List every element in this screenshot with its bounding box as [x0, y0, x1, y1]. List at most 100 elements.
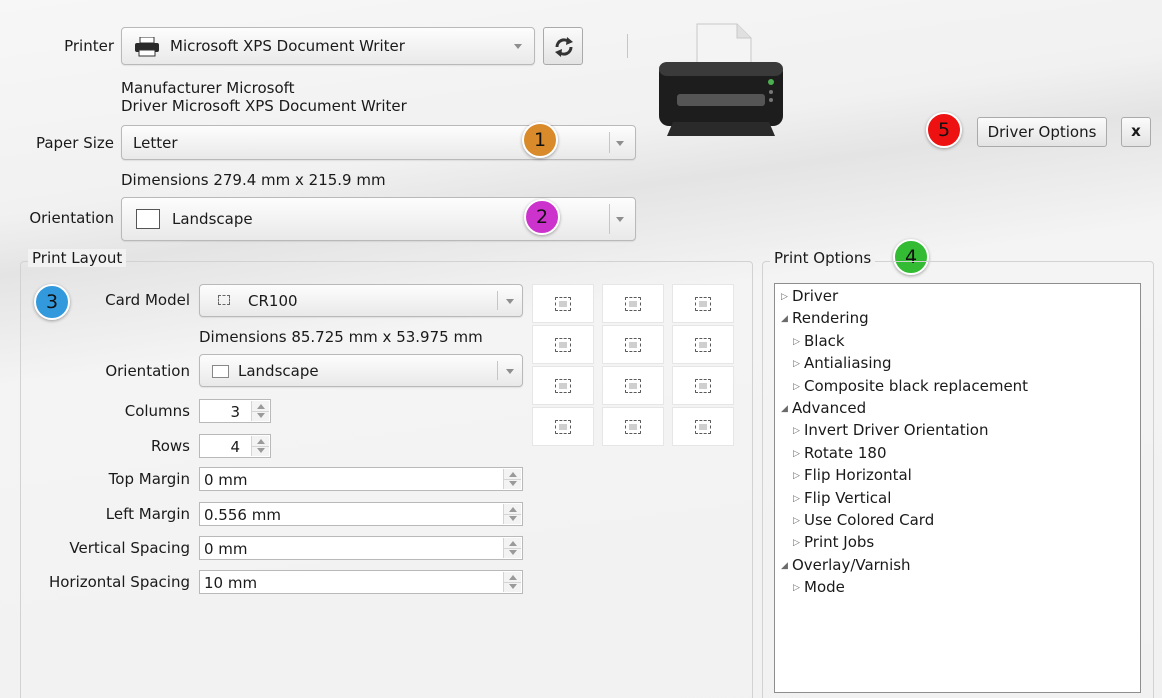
decrement-icon[interactable] — [508, 584, 517, 589]
decrement-icon[interactable] — [256, 413, 265, 418]
chevron-down-icon — [506, 368, 514, 374]
collapsed-triangle-icon[interactable]: ▷ — [793, 359, 804, 369]
card-icon — [555, 378, 571, 393]
increment-icon[interactable] — [508, 472, 517, 477]
collapsed-triangle-icon[interactable]: ▷ — [793, 494, 804, 504]
increment-icon[interactable] — [508, 575, 517, 580]
printer-illustration — [655, 22, 787, 144]
collapsed-triangle-icon[interactable]: ▷ — [793, 516, 804, 526]
tree-item[interactable]: ▷ Antialiasing — [793, 354, 892, 372]
card-icon — [555, 337, 571, 352]
left-margin-value: 0.556 mm — [204, 506, 281, 524]
card-orientation-value: Landscape — [238, 361, 319, 380]
driver-options-button[interactable]: Driver Options — [977, 117, 1107, 147]
card-preview-tile — [532, 407, 594, 446]
increment-icon[interactable] — [256, 404, 265, 409]
horizontal-spacing-field[interactable]: 10 mm — [199, 570, 523, 594]
tree-item-label: Print Jobs — [804, 533, 875, 552]
card-preview-tile — [602, 325, 664, 364]
tree-item-label: Flip Horizontal — [804, 466, 912, 485]
rows-stepper[interactable]: 4 — [199, 434, 271, 458]
tree-item[interactable]: ▷ Flip Horizontal — [793, 466, 912, 484]
tree-item[interactable]: ▷ Composite black replacement — [793, 377, 1028, 395]
tree-item[interactable]: ▷ Driver — [781, 287, 838, 305]
print-options-tree[interactable]: ▷ Driver ◢ Rendering ▷ Black ▷ Antialiasing ▷ Com… — [774, 283, 1141, 693]
close-button[interactable]: x — [1121, 117, 1151, 147]
tree-item[interactable]: ▷ Use Colored Card — [793, 511, 934, 529]
increment-icon[interactable] — [508, 541, 517, 546]
collapsed-triangle-icon[interactable]: ▷ — [793, 382, 804, 392]
tree-item-label: Driver — [792, 287, 839, 305]
collapsed-triangle-icon[interactable]: ▷ — [793, 337, 804, 347]
close-icon: x — [1131, 122, 1141, 140]
vertical-spacing-value: 0 mm — [204, 540, 248, 558]
refresh-button[interactable] — [543, 27, 583, 65]
paper-size-select[interactable]: Letter — [121, 125, 636, 160]
card-layout-preview — [532, 284, 740, 448]
collapsed-triangle-icon[interactable]: ▷ — [793, 449, 804, 459]
increment-icon[interactable] — [256, 439, 265, 444]
card-icon — [695, 419, 711, 434]
vertical-spacing-field[interactable]: 0 mm — [199, 536, 523, 560]
tree-item-label: Flip Vertical — [804, 488, 892, 507]
tree-item[interactable]: ▷ Mode — [793, 578, 845, 596]
card-icon — [625, 337, 641, 352]
printer-label: Printer — [64, 37, 114, 55]
card-orientation-select[interactable]: Landscape — [199, 354, 523, 387]
tree-item-label: Black — [804, 331, 845, 350]
left-margin-field[interactable]: 0.556 mm — [199, 502, 523, 526]
tree-item-label: Antialiasing — [804, 354, 892, 373]
left-margin-label: Left Margin — [105, 505, 190, 523]
tree-item-label: Use Colored Card — [804, 511, 935, 529]
printer-select[interactable]: Microsoft XPS Document Writer — [121, 27, 628, 65]
card-preview-tile — [672, 325, 734, 364]
collapsed-triangle-icon[interactable]: ▷ — [793, 538, 804, 548]
expanded-triangle-icon[interactable]: ◢ — [781, 314, 792, 324]
orientation-label: Orientation — [29, 209, 114, 227]
expanded-triangle-icon[interactable]: ◢ — [781, 561, 792, 571]
card-model-value: CR100 — [248, 291, 298, 310]
card-icon — [625, 296, 641, 311]
tree-item[interactable]: ◢ Rendering — [781, 309, 869, 327]
manufacturer-text: Manufacturer Microsoft — [121, 79, 295, 97]
chevron-down-icon — [514, 44, 522, 49]
expanded-triangle-icon[interactable]: ◢ — [781, 404, 792, 414]
tree-item[interactable]: ◢ Advanced — [781, 399, 866, 417]
print-options-title: Print Options — [770, 249, 876, 267]
refresh-icon — [553, 36, 575, 62]
top-margin-field[interactable]: 0 mm — [199, 467, 523, 491]
collapsed-triangle-icon[interactable]: ▷ — [781, 292, 792, 302]
columns-label: Columns — [124, 402, 190, 420]
tree-item-label: Rendering — [792, 309, 869, 328]
decrement-icon[interactable] — [508, 550, 517, 555]
printer-icon — [134, 36, 160, 61]
printer-value: Microsoft XPS Document Writer — [170, 37, 405, 55]
card-icon — [625, 419, 641, 434]
collapsed-triangle-icon[interactable]: ▷ — [793, 471, 804, 481]
card-preview-tile — [532, 366, 594, 405]
page-orientation-icon — [212, 365, 229, 378]
vertical-spacing-label: Vertical Spacing — [69, 539, 190, 557]
tree-item[interactable]: ▷ Rotate 180 — [793, 444, 887, 462]
card-icon — [695, 378, 711, 393]
card-preview-tile — [672, 366, 734, 405]
tree-item[interactable]: ◢ Overlay/Varnish — [781, 556, 911, 574]
tree-item[interactable]: ▷ Invert Driver Orientation — [793, 421, 988, 439]
card-preview-tile — [532, 284, 594, 323]
tree-item[interactable]: ▷ Black — [793, 332, 845, 350]
tree-item[interactable]: ▷ Print Jobs — [793, 533, 874, 551]
decrement-icon[interactable] — [256, 448, 265, 453]
columns-stepper[interactable]: 3 — [199, 399, 271, 423]
decrement-icon[interactable] — [508, 516, 517, 521]
decrement-icon[interactable] — [508, 481, 517, 486]
tree-item[interactable]: ▷ Flip Vertical — [793, 489, 891, 507]
collapsed-triangle-icon[interactable]: ▷ — [793, 426, 804, 436]
increment-icon[interactable] — [508, 507, 517, 512]
tree-item-label: Invert Driver Orientation — [804, 421, 989, 440]
card-icon — [625, 378, 641, 393]
card-model-select[interactable]: CR100 — [199, 284, 523, 317]
collapsed-triangle-icon[interactable]: ▷ — [793, 583, 804, 593]
callout-badge-5: 5 — [926, 112, 962, 148]
top-margin-label: Top Margin — [108, 470, 190, 488]
chevron-down-icon — [616, 217, 624, 222]
